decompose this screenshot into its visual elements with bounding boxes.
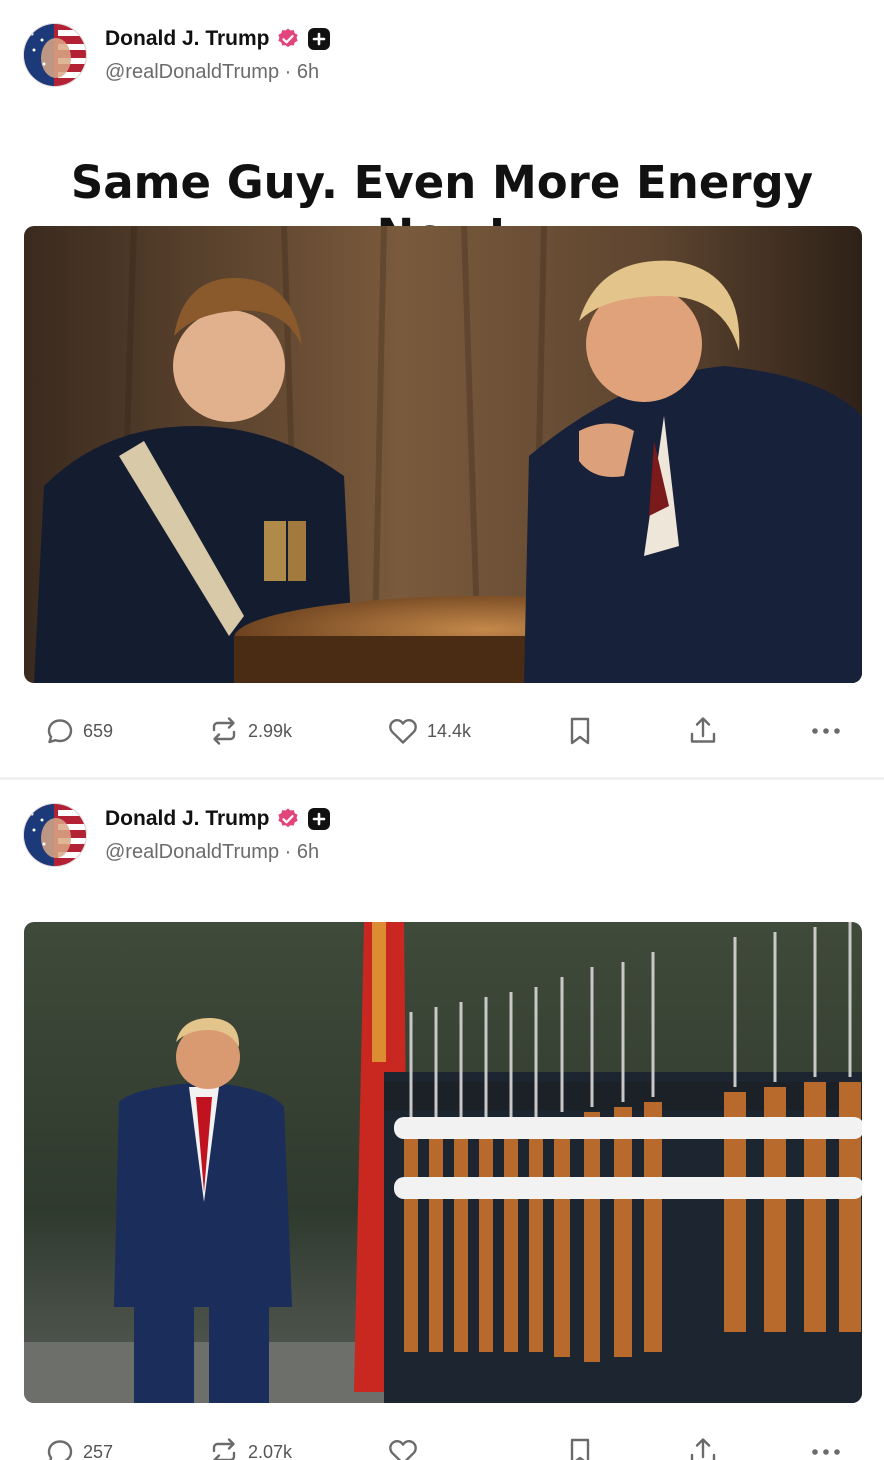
repost-icon xyxy=(208,1437,240,1460)
more-button[interactable] xyxy=(810,1432,842,1460)
more-icon xyxy=(810,1447,842,1457)
plus-badge-icon xyxy=(307,28,330,50)
author-name[interactable]: Donald J. Trump xyxy=(105,27,270,51)
action-bar: 257 2.07k xyxy=(0,1432,884,1460)
author-handle[interactable]: @realDonaldTrump xyxy=(105,61,279,83)
reply-icon xyxy=(45,1437,75,1460)
post-image[interactable] xyxy=(24,922,862,1403)
post[interactable]: Donald J. Trump @realDonaldTrump · 6h Sa… xyxy=(0,0,884,778)
verified-icon xyxy=(276,807,300,831)
avatar[interactable] xyxy=(23,803,87,867)
author-handle[interactable]: @realDonaldTrump xyxy=(105,841,279,863)
repost-count: 2.99k xyxy=(248,720,293,741)
action-bar: 659 2.99k 14.4k xyxy=(0,711,884,751)
verified-icon xyxy=(276,27,300,51)
like-icon xyxy=(387,1437,419,1460)
reply-button[interactable]: 659 xyxy=(45,711,113,751)
reply-count: 257 xyxy=(83,1441,114,1460)
repost-button[interactable]: 2.99k xyxy=(208,711,292,751)
like-button[interactable]: 14.4k xyxy=(387,711,471,751)
post-image[interactable] xyxy=(24,226,862,683)
repost-icon xyxy=(208,716,240,746)
feed: Donald J. Trump @realDonaldTrump · 6h Sa… xyxy=(0,0,884,1460)
more-icon xyxy=(810,726,842,736)
post-header: Donald J. Trump @realDonaldTrump · 6h xyxy=(23,803,523,869)
reply-icon xyxy=(45,716,75,746)
reply-count: 659 xyxy=(83,720,114,741)
like-button[interactable] xyxy=(387,1432,427,1460)
author-name[interactable]: Donald J. Trump xyxy=(105,807,270,831)
bookmark-icon xyxy=(567,715,593,747)
avatar[interactable] xyxy=(23,23,87,87)
like-icon xyxy=(387,716,419,746)
repost-button[interactable]: 2.07k xyxy=(208,1432,292,1460)
share-button[interactable] xyxy=(688,711,718,751)
meta-separator: · xyxy=(284,841,292,863)
repost-count: 2.07k xyxy=(248,1441,293,1460)
bookmark-button[interactable] xyxy=(567,1432,593,1460)
author-meta: @realDonaldTrump · 6h xyxy=(105,61,319,84)
post-time[interactable]: 6h xyxy=(297,841,319,863)
reply-button[interactable]: 257 xyxy=(45,1432,113,1460)
more-button[interactable] xyxy=(810,711,842,751)
post-header: Donald J. Trump @realDonaldTrump · 6h xyxy=(23,23,523,89)
share-icon xyxy=(688,1436,718,1460)
author-meta: @realDonaldTrump · 6h xyxy=(105,841,319,864)
share-button[interactable] xyxy=(688,1432,718,1460)
post[interactable]: Donald J. Trump @realDonaldTrump · 6h 25… xyxy=(0,780,884,1460)
post-time[interactable]: 6h xyxy=(297,61,319,83)
meta-separator: · xyxy=(284,61,292,83)
share-icon xyxy=(688,715,718,747)
bookmark-button[interactable] xyxy=(567,711,593,751)
like-count: 14.4k xyxy=(427,720,472,741)
bookmark-icon xyxy=(567,1436,593,1460)
plus-badge-icon xyxy=(307,808,330,830)
